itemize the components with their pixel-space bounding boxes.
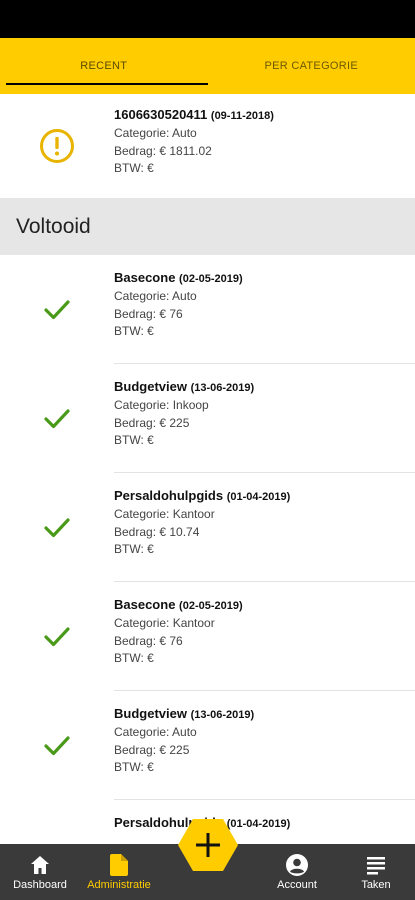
item-title: Budgetview (13-06-2019) — [114, 379, 255, 394]
item-categorie: Categorie: Kantoor — [114, 507, 215, 521]
item-title: 1606630520411 (09-11-2018) — [114, 107, 274, 122]
checkmark-icon — [38, 291, 76, 329]
item-date: (02-05-2019) — [179, 600, 243, 612]
item-categorie: Categorie: Auto — [114, 289, 197, 303]
list-item[interactable]: Budgetview (13-06-2019) Categorie: Auto Be… — [0, 691, 415, 800]
list-item[interactable]: Persaldohulpgids (01-04-2019) Categorie: … — [0, 473, 415, 582]
item-categorie: Categorie: Inkoop — [114, 398, 209, 412]
item-title: Budgetview (13-06-2019) — [114, 706, 255, 721]
list-item[interactable]: Basecone (02-05-2019) Categorie: Auto Bedr… — [0, 255, 415, 364]
checkmark-icon — [38, 836, 76, 845]
nav-account[interactable]: Account — [270, 844, 324, 900]
item-text: Basecone (02-05-2019) Categorie: Kantoor B… — [114, 596, 415, 668]
item-date: (09-11-2018) — [210, 110, 274, 122]
nav-taken-label: Taken — [361, 879, 391, 891]
item-date: (13-06-2019) — [190, 709, 255, 721]
item-text: Budgetview (13-06-2019) Categorie: Inkoop… — [114, 378, 415, 450]
item-bedrag: Bedrag: € 225 — [114, 415, 190, 430]
home-icon — [30, 853, 50, 877]
list-item-pending[interactable]: 1606630520411 (09-11-2018) Categorie: Au… — [0, 94, 415, 198]
warning-icon — [38, 127, 76, 165]
nav-dashboard-label: Dashboard — [13, 879, 67, 891]
tab-bar: RECENT PER CATEGORIE — [0, 38, 415, 94]
item-title: Basecone (02-05-2019) — [114, 270, 243, 285]
item-text: Persaldohulpgids (01-04-2019) Categorie: … — [114, 487, 415, 559]
expense-list[interactable]: 1606630520411 (09-11-2018) Categorie: Au… — [0, 94, 415, 844]
checkmark-icon — [38, 400, 76, 438]
item-bedrag: Bedrag: € 1811.02 — [114, 143, 212, 158]
item-text: Persaldohulpgids (01-04-2019) — [114, 814, 415, 833]
list-item[interactable]: Basecone (02-05-2019) Categorie: Kantoor B… — [0, 582, 415, 691]
item-categorie: Categorie: Auto — [114, 126, 197, 140]
checkmark-icon — [38, 509, 76, 547]
item-categorie: Categorie: Auto — [114, 725, 197, 739]
item-btw: BTW: € — [114, 324, 154, 338]
nav-administratie-label: Administratie — [87, 879, 151, 891]
nav-account-label: Account — [277, 879, 317, 891]
item-title: Persaldohulpgids (01-04-2019) — [114, 815, 291, 830]
item-text: 1606630520411 (09-11-2018) Categorie: Au… — [114, 106, 415, 178]
nav-taken[interactable]: Taken — [352, 844, 400, 900]
item-bedrag: Bedrag: € 10.74 — [114, 524, 200, 539]
document-icon — [110, 853, 128, 877]
list-icon — [366, 853, 386, 877]
item-text: Basecone (02-05-2019) Categorie: Auto Bedr… — [114, 269, 415, 341]
add-button[interactable] — [178, 815, 238, 875]
item-btw: BTW: € — [114, 542, 154, 556]
item-bedrag: Bedrag: € 225 — [114, 742, 190, 757]
checkmark-icon — [38, 727, 76, 765]
tab-recent[interactable]: RECENT — [0, 38, 208, 94]
item-date: (02-05-2019) — [179, 273, 243, 285]
item-date: (01-04-2019) — [226, 491, 291, 503]
item-date: (13-06-2019) — [190, 382, 255, 394]
item-categorie: Categorie: Kantoor — [114, 616, 215, 630]
item-title: Persaldohulpgids (01-04-2019) — [114, 488, 291, 503]
nav-administratie[interactable]: Administratie — [80, 844, 158, 900]
nav-dashboard[interactable]: Dashboard — [8, 844, 72, 900]
list-item[interactable]: Budgetview (13-06-2019) Categorie: Inkoop… — [0, 364, 415, 473]
item-btw: BTW: € — [114, 161, 154, 175]
completed-list: Basecone (02-05-2019) Categorie: Auto Bedr… — [0, 255, 415, 844]
item-btw: BTW: € — [114, 760, 154, 774]
status-bar — [0, 0, 415, 38]
account-icon — [286, 853, 308, 877]
item-btw: BTW: € — [114, 651, 154, 665]
item-text: Budgetview (13-06-2019) Categorie: Auto Be… — [114, 705, 415, 777]
item-bedrag: Bedrag: € 76 — [114, 633, 183, 648]
section-header-voltooid: Voltooid — [0, 198, 415, 255]
item-btw: BTW: € — [114, 433, 154, 447]
checkmark-icon — [38, 618, 76, 656]
tab-per-categorie[interactable]: PER CATEGORIE — [208, 38, 415, 94]
item-bedrag: Bedrag: € 76 — [114, 306, 183, 321]
item-title: Basecone (02-05-2019) — [114, 597, 243, 612]
